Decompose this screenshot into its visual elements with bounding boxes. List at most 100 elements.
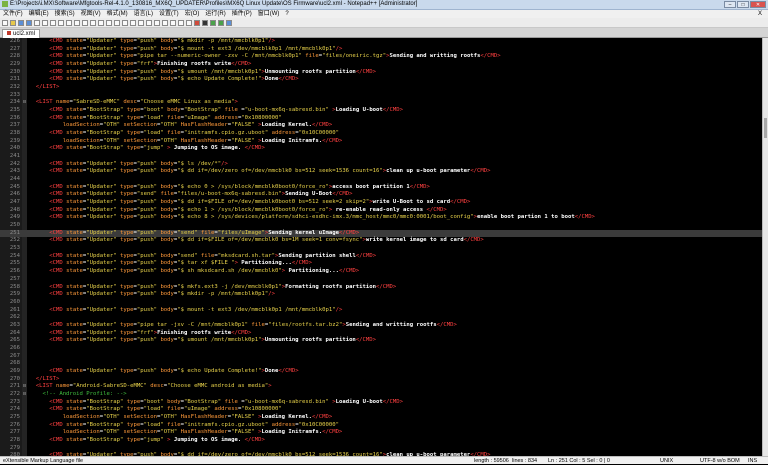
code-line[interactable]: 260 [0,299,762,307]
code-line[interactable]: 269 <CMD state="Updater" type="push" bod… [0,368,762,376]
code-line[interactable]: 253 [0,245,762,253]
run-macro-multiple-icon[interactable] [218,19,224,26]
open-file-icon[interactable] [10,19,16,26]
code-line[interactable]: 236 <CMD state="BootStrap" type="load" f… [0,115,762,123]
code-line[interactable]: 271 ⊟ <LIST name="Android-SabreSD-eMMC" d… [0,383,762,391]
sync-horizontal-icon[interactable] [138,19,144,26]
close-all-icon[interactable] [42,19,48,26]
copy-icon[interactable] [66,19,72,26]
code-editor[interactable]: 226 <CMD state="Updater" type="push" bod… [0,38,762,456]
zoom-out-icon[interactable] [122,19,128,26]
paste-icon[interactable] [74,19,80,26]
code-line[interactable]: 266 [0,345,762,353]
code-line[interactable]: 226 <CMD state="Updater" type="push" bod… [0,38,762,46]
code-line[interactable]: 272 ⊟ <!-- Android Profile: --> [0,391,762,399]
code-line[interactable]: 233 [0,92,762,100]
tab-ucl2-xml[interactable]: ucl2.xml [2,29,41,38]
find-icon[interactable] [98,19,104,26]
menu-item[interactable]: 搜索(S) [52,10,78,18]
code-line[interactable]: 276 <CMD state="BootStrap" type="load" f… [0,422,762,430]
code-line[interactable]: 274 <CMD state="BootStrap" type="load" f… [0,406,762,414]
word-wrap-icon[interactable] [146,19,152,26]
code-line[interactable]: 229 <CMD state="Updater" type="frf">Fini… [0,61,762,69]
fold-toggle-icon[interactable]: ⊟ [22,383,27,391]
code-line[interactable]: 264 <CMD state="Updater" type="frf">Fini… [0,330,762,338]
code-line[interactable]: 252 <CMD state="Updater" type="push" bod… [0,237,762,245]
code-line[interactable]: 248 <CMD state="Updater" type="push" bod… [0,207,762,215]
record-macro-icon[interactable] [194,19,200,26]
code-line[interactable]: 278 <CMD state="BootStrap" type="jump" >… [0,437,762,445]
code-line[interactable]: 257 [0,276,762,284]
scrollbar-thumb[interactable] [764,118,767,138]
cut-icon[interactable] [58,19,64,26]
save-macro-icon[interactable] [226,19,232,26]
code-line[interactable]: 234 ⊟ <LIST name="SabreSD-eMMC" desc="Cho… [0,99,762,107]
menu-item[interactable]: 插件(P) [229,10,255,18]
menu-item[interactable]: 宏(O) [182,10,203,18]
fold-toggle-icon[interactable]: ⊟ [22,391,27,399]
close-icon[interactable] [34,19,40,26]
code-line[interactable]: 262 [0,314,762,322]
code-line[interactable]: 246 <CMD state="Updater" type="send" fil… [0,191,762,199]
code-line[interactable]: 238 <CMD state="BootStrap" type="load" f… [0,130,762,138]
code-line[interactable]: 259 <CMD state="Updater" type="push" bod… [0,291,762,299]
stop-macro-icon[interactable] [202,19,208,26]
code-line[interactable]: 267 [0,353,762,361]
document-map-icon[interactable] [178,19,184,26]
code-line[interactable]: 275 loadSection="OTH" setSection="OTH" H… [0,414,762,422]
code-line[interactable]: 250 [0,222,762,230]
vertical-scrollbar[interactable] [762,38,768,456]
show-all-chars-icon[interactable] [154,19,160,26]
code-line[interactable]: 268 [0,360,762,368]
zoom-in-icon[interactable] [114,19,120,26]
language-icon[interactable] [170,19,176,26]
function-list-icon[interactable] [186,19,192,26]
indent-guide-icon[interactable] [162,19,168,26]
save-all-icon[interactable] [26,19,32,26]
code-line[interactable]: 265 <CMD state="Updater" type="push" bod… [0,337,762,345]
redo-icon[interactable] [90,19,96,26]
code-line[interactable]: 243 <CMD state="Updater" type="push" bod… [0,168,762,176]
menu-item[interactable]: 编辑(E) [26,10,52,18]
undo-icon[interactable] [82,19,88,26]
code-line[interactable]: 255 <CMD state="Updater" type="push" bod… [0,260,762,268]
code-line[interactable]: 251 <CMD state="Updater" type="push" bod… [0,229,762,238]
code-line[interactable]: 230 <CMD state="Updater" type="push" bod… [0,69,762,77]
menu-item[interactable]: ? [282,10,291,18]
play-macro-icon[interactable] [210,19,216,26]
new-file-icon[interactable] [2,19,8,26]
code-line[interactable]: 228 <CMD state="Updater" type="pipe tar … [0,53,762,61]
minimize-button[interactable]: – [724,1,736,8]
code-line[interactable]: 239 loadSection="OTH" setSection="OTH" H… [0,138,762,146]
maximize-button[interactable]: □ [737,1,749,8]
close-button[interactable]: ✕ [750,1,766,8]
code-line[interactable]: 256 <CMD state="Updater" type="push" bod… [0,268,762,276]
code-line[interactable]: 227 <CMD state="Updater" type="push" bod… [0,46,762,54]
close-document-button[interactable]: X [755,10,765,18]
menu-item[interactable]: 视图(V) [78,10,104,18]
code-line[interactable]: 254 <CMD state="Updater" type="push" bod… [0,253,762,261]
code-line[interactable]: 241 [0,153,762,161]
code-line[interactable]: 235 <CMD state="BootStrap" type="boot" b… [0,107,762,115]
menu-item[interactable]: 运行(R) [202,10,228,18]
code-line[interactable]: 232 </LIST> [0,84,762,92]
code-line[interactable]: 279 [0,445,762,453]
code-line[interactable]: 245 <CMD state="Updater" type="push" bod… [0,184,762,192]
menu-item[interactable]: 语言(L) [131,10,156,18]
code-line[interactable]: 242 <CMD state="Updater" type="push" bod… [0,161,762,169]
code-line[interactable]: 247 <CMD state="Updater" type="push" bod… [0,199,762,207]
code-line[interactable]: 244 [0,176,762,184]
sync-vertical-icon[interactable] [130,19,136,26]
menu-item[interactable]: 窗口(W) [255,10,283,18]
menu-item[interactable]: 设置(T) [156,10,182,18]
code-line[interactable]: 240 <CMD state="BootStrap" type="jump" >… [0,145,762,153]
menu-item[interactable]: 文件(F) [0,10,26,18]
code-line[interactable]: 277 loadSection="OTH" setSection="OTH" H… [0,429,762,437]
fold-toggle-icon[interactable]: ⊟ [22,99,27,107]
code-line[interactable]: 258 <CMD state="Updater" type="push" bod… [0,284,762,292]
save-icon[interactable] [18,19,24,26]
code-line[interactable]: 270 </LIST> [0,376,762,384]
code-line[interactable]: 263 <CMD state="Updater" type="pipe tar … [0,322,762,330]
replace-icon[interactable] [106,19,112,26]
code-line[interactable]: 237 loadSection="OTH" setSection="OTH" H… [0,122,762,130]
